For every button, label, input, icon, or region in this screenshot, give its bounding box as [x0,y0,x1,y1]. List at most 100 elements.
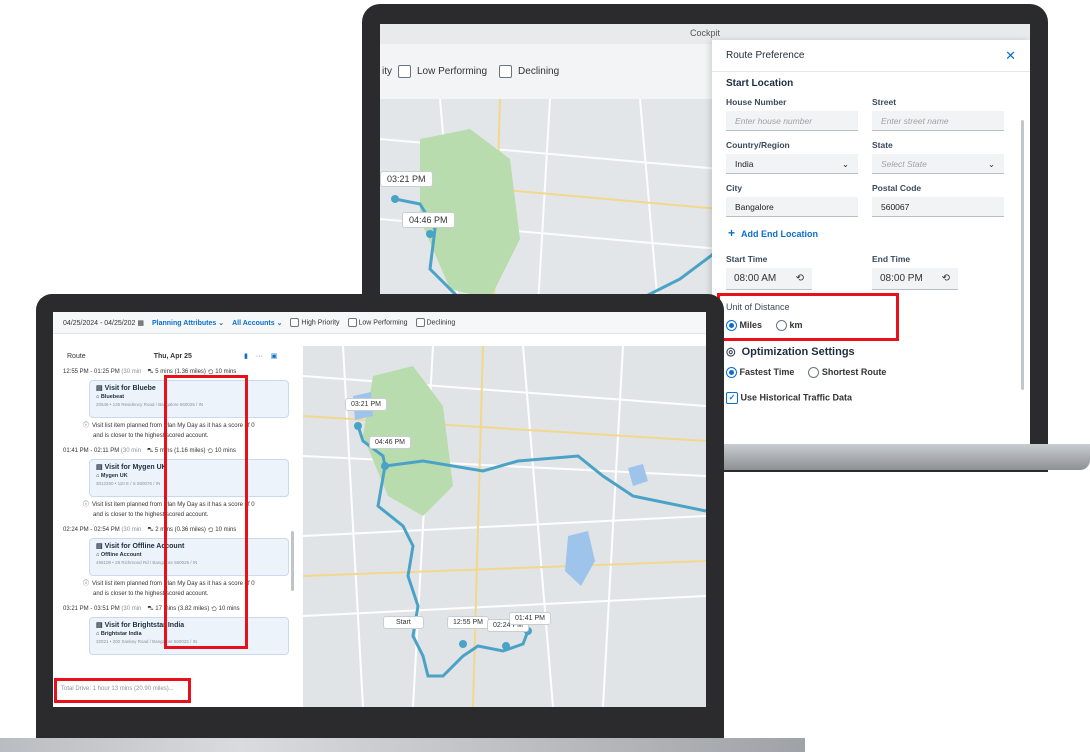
segment-drive: 5 mins (1.36 miles) [155,369,206,375]
visit-icon: ▤ [96,622,103,629]
km-radio[interactable] [776,320,788,332]
shortest-route-option[interactable]: Shortest Route [808,367,886,379]
more-icon[interactable]: ··· [256,353,263,360]
car-icon: ⛍ [147,369,154,375]
historical-traffic-option[interactable]: ✓ Use Historical Traffic Data [726,392,852,405]
add-end-location-button[interactable]: + Add End Location [728,226,1010,240]
house-number-label: House Number [726,97,787,107]
high-priority-checkbox[interactable] [290,318,300,327]
start-time-input[interactable]: 08:00 AM ⟲ [726,268,812,290]
plus-icon: + [728,226,736,240]
route-list-scrollbar[interactable] [291,531,294,591]
historical-traffic-checkbox[interactable]: ✓ [726,392,738,405]
state-select[interactable]: Select State ⌄ [872,154,1004,174]
pin-label-0321: 03:21 PM [345,398,387,411]
map-pin[interactable] [391,195,399,203]
visit-icon: ▤ [96,385,103,392]
segment-wait: 10 mins [218,606,240,612]
visit-title: Visit for Brightstar India [104,622,185,629]
chevron-down-icon: ⌄ [276,319,283,327]
house-number-input[interactable]: Enter house number [726,111,858,131]
map-pin[interactable] [381,462,389,470]
note-line-1: Visit list item planned from Plan My Day… [92,581,255,587]
all-accounts-menu[interactable]: All Accounts ⌄ [232,319,282,327]
map-pin[interactable] [502,642,510,650]
chevron-down-icon: ⌄ [841,159,849,169]
segment-wait: 10 mins [214,448,236,454]
clock-icon: ⟲ [210,606,217,612]
start-time-label: Start Time [726,254,768,264]
state-label: State [872,140,893,150]
start-time-value: 08:00 AM [734,273,777,284]
low-performing-label: Low Performing [417,66,488,77]
clock-icon: ⟲ [207,369,214,375]
unit-km-option[interactable]: km [776,320,803,332]
declining-checkbox[interactable] [499,65,513,78]
city-input[interactable]: Bangalore [726,197,858,217]
visit-card[interactable]: ▤ Visit for Mygen UK ⌂ Mygen UK 3012250 … [89,459,289,497]
clock-icon[interactable]: ⟲ [942,268,950,289]
miles-radio[interactable] [726,320,737,332]
shortest-radio[interactable] [808,367,820,379]
map-toggle-icon[interactable]: ▣ [271,352,278,360]
visit-card[interactable]: ▤ Visit for Bluebe ⌂ Bluebeat 20546 • 13… [89,380,289,418]
planning-attributes-label: Planning Attributes [151,319,217,327]
high-priority-filter[interactable]: High Priority [290,318,340,327]
km-label: km [789,320,803,330]
route-date: Thu, Apr 25 [153,352,192,360]
chevron-down-icon: ⌄ [987,159,995,169]
pin-label-0446: 04:46 PM [369,436,411,449]
segment-time: 03:21 PM - 03:51 PM [63,606,120,612]
end-time-input[interactable]: 08:00 PM ⟲ [872,268,958,290]
map-pin[interactable] [459,640,467,648]
street-label: Street [872,97,897,107]
panel-body: Start Location House Number Enter house … [726,78,1010,405]
account-name: Mygen UK [100,473,128,479]
close-icon[interactable]: ✕ [1005,48,1016,64]
panel-scrollbar[interactable] [1021,120,1024,390]
country-select[interactable]: India ⌄ [726,154,858,174]
visit-card[interactable]: ▤ Visit for Brightstar India ⌂ Brightsta… [89,617,289,655]
fastest-time-option[interactable]: Fastest Time [726,367,794,379]
account-address: 20546 • 135 Residency Road / Bangalore 5… [96,402,204,407]
pin-label-start: Start [383,616,424,629]
visit-title: Visit for Offline Account [104,543,185,550]
panel-header: Route Preference ✕ [712,40,1030,72]
declining-label: Declining [426,319,456,327]
unit-miles-option[interactable]: Miles [726,320,762,332]
pin-label-1255: 12:55 PM [447,616,489,629]
postal-code-label: Postal Code [872,183,922,193]
planning-attributes-menu[interactable]: Planning Attributes ⌄ [152,319,224,327]
date-range-picker[interactable]: 04/25/2024 - 04/25/202 ▦ [63,319,144,327]
clock-icon[interactable]: ⟲ [796,268,804,289]
visit-icon: ▤ [96,543,103,550]
car-icon: ⛍ [147,606,154,612]
postal-code-input[interactable]: 560067 [872,197,1004,217]
route-segment: 12:55 PM - 01:25 PM (30 min ⛍ 5 mins (1.3… [53,366,303,441]
clock-icon: ⟲ [207,527,214,533]
street-input[interactable]: Enter street name [872,111,1004,131]
info-icon: ⓘ [83,502,90,508]
declining-filter[interactable]: Declining [415,318,456,327]
map-pin[interactable] [354,422,362,430]
info-icon[interactable]: ▮ [244,352,248,360]
visit-note: ⓘ Visit list item planned from Plan My Da… [83,500,293,520]
start-location-heading: Start Location [726,78,794,89]
low-performing-checkbox[interactable] [347,318,357,327]
info-icon: ⓘ [83,423,90,429]
panel-title: Route Preference [726,50,805,61]
low-performing-checkbox[interactable] [398,65,411,78]
account-name: Bluebeat [100,394,125,400]
visit-card[interactable]: ▤ Visit for Offline Account ⌂ Offline Ac… [89,538,289,576]
calendar-icon[interactable]: ▦ [137,320,144,327]
pin-label-0446: 04:46 PM [402,212,455,228]
fastest-radio[interactable] [726,367,737,379]
declining-checkbox[interactable] [415,318,425,327]
low-performing-filter[interactable]: Low Performing [347,318,408,327]
map-pin[interactable] [426,230,434,238]
account-icon: ⌂ [96,552,100,558]
all-accounts-label: All Accounts [232,319,275,327]
account-address: 496108 • 28 Richmond Rd / Bangalore 5600… [96,560,198,565]
front-map[interactable]: 03:21 PM 04:46 PM Start 12:55 PM 02:24 P… [303,346,706,707]
account-address: 32021 • 200 Sankey Road / Bangalore 5600… [96,639,198,644]
